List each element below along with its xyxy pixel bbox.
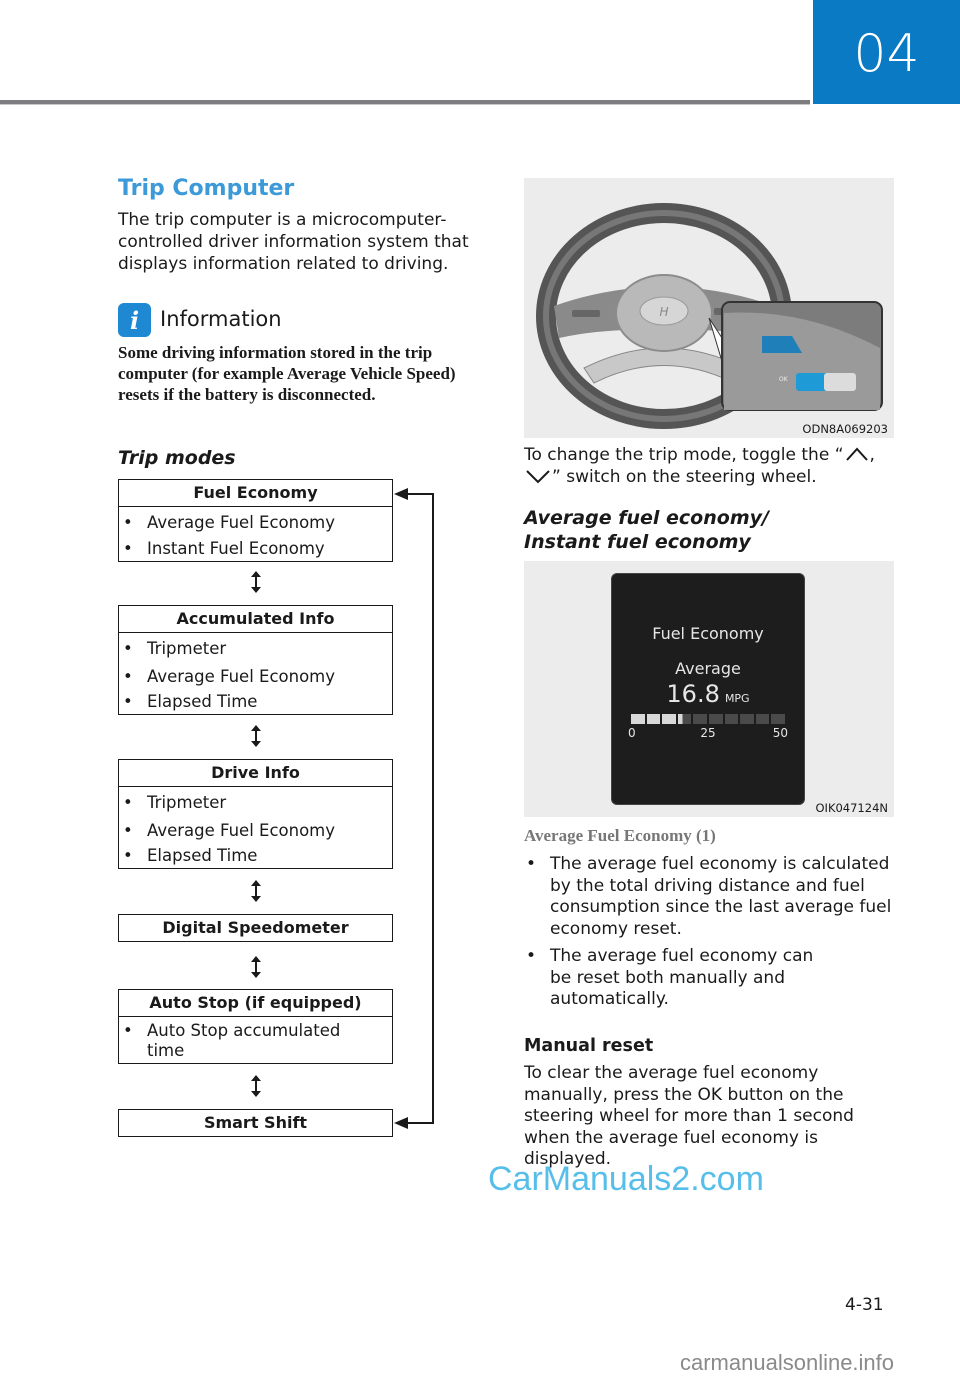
- double-arrow-icon: [251, 1075, 261, 1097]
- fuel-economy-unit: MPG: [724, 692, 750, 705]
- mode-item: • Average Fuel Economy: [123, 513, 336, 532]
- list-item: • The average fuel economy is calculated …: [526, 854, 892, 939]
- arrowhead-icon: [394, 488, 408, 500]
- mode-item: • Tripmeter: [123, 639, 227, 658]
- figure-code: OIK047124N: [815, 801, 889, 815]
- mode-title: Accumulated Info: [119, 606, 392, 633]
- page-number: 4-31: [845, 1295, 884, 1315]
- gauge-segment: [771, 714, 785, 724]
- mode-title: Auto Stop (if equipped): [119, 990, 392, 1017]
- average-fuel-economy-list: • The average fuel economy is calculated …: [524, 854, 894, 1017]
- double-arrow-icon: [251, 571, 261, 593]
- screen-title: Fuel Economy: [652, 624, 764, 643]
- fuel-economy-reading: 16.8 MPG: [612, 680, 804, 708]
- chapter-tab: 04: [813, 0, 960, 104]
- fuel-economy-gauge: [631, 714, 785, 724]
- cluster-screen: Fuel Economy Average 16.8 MPG 0 25 50: [611, 573, 805, 805]
- subsection-title: Average fuel economy/ Instant fuel econo…: [524, 507, 769, 553]
- mode-title: Smart Shift: [203, 1113, 308, 1132]
- gauge-mid: 25: [700, 726, 716, 740]
- mode-item: • Elapsed Time: [123, 846, 258, 865]
- list-item: • The average fuel economy can be reset b…: [526, 946, 814, 1009]
- gauge-segment: [677, 714, 692, 724]
- svg-text:OK: OK: [779, 376, 789, 383]
- trip-modes-title: Trip modes: [118, 447, 236, 469]
- screen-label: Average: [675, 659, 741, 678]
- mode-box-digital-speedometer: Digital Speedometer: [118, 914, 393, 942]
- mode-title: Fuel Economy: [119, 480, 392, 507]
- gauge-segment: [693, 714, 707, 724]
- intro-paragraph: The trip computer is a microcomputer-con…: [118, 210, 469, 274]
- gauge-min: 0: [628, 726, 636, 740]
- mode-box-fuel-economy: Fuel Economy • Average Fuel Economy • Inst…: [118, 479, 393, 562]
- fuel-economy-value: 16.8: [666, 680, 720, 708]
- gauge-segment: [646, 714, 661, 724]
- steering-wheel-illustration: H OK: [536, 203, 883, 429]
- info-title: Information: [160, 307, 282, 331]
- header-rule: [0, 100, 810, 105]
- watermark-link[interactable]: carmanualsonline.info: [680, 1350, 894, 1376]
- gauge-segment: [708, 714, 723, 724]
- mode-item: • Auto Stop accumulated time: [123, 1021, 341, 1060]
- double-arrow-icon: [251, 880, 261, 902]
- mode-box-accumulated-info: Accumulated Info • Tripmeter • Average Fue…: [118, 605, 393, 715]
- gauge-segment: [755, 714, 770, 724]
- gauge-segment: [631, 714, 645, 724]
- manual-reset-title: Manual reset: [524, 1036, 654, 1056]
- gauge-segment: [662, 714, 676, 724]
- mode-box-auto-stop: Auto Stop (if equipped) • Auto Stop accum…: [118, 989, 393, 1064]
- mode-box-drive-info: Drive Info • Tripmeter • Average Fuel Econ…: [118, 759, 393, 869]
- manual-reset-body: To clear the average fuel economy manual…: [524, 1063, 854, 1169]
- mode-item: • Elapsed Time: [123, 692, 258, 711]
- double-arrow-icon: [251, 725, 261, 747]
- mode-item: • Average Fuel Economy: [123, 820, 336, 840]
- chapter-number: 04: [853, 24, 920, 84]
- gauge-scale: 0 25 50: [628, 726, 788, 742]
- average-fuel-economy-heading: Average Fuel Economy (1): [524, 826, 716, 845]
- double-arrow-icon: [251, 956, 261, 978]
- mode-title: Drive Info: [119, 760, 392, 787]
- section-title: Trip Computer: [118, 176, 295, 201]
- watermark-link[interactable]: CarManuals2.com: [488, 1160, 764, 1199]
- info-body: Some driving information stored in the t…: [118, 343, 456, 404]
- mode-item: • Tripmeter: [123, 793, 227, 812]
- mode-box-smart-shift: Smart Shift: [118, 1109, 393, 1137]
- info-icon: i: [118, 303, 151, 337]
- chevron-down-icon: [526, 470, 550, 484]
- loop-return-arrow: [394, 488, 434, 1129]
- mode-item: • Average Fuel Economy: [123, 666, 336, 686]
- chevron-up-icon: [845, 447, 868, 461]
- steering-wheel-figure: H OK ODN8A069203: [524, 178, 894, 438]
- gauge-max: 50: [772, 726, 788, 740]
- toggle-instruction: To change the trip mode, toggle the “, ”…: [524, 445, 875, 487]
- figure-code: ODN8A069203: [802, 422, 888, 436]
- mode-item: • Instant Fuel Economy: [123, 538, 325, 558]
- mode-title: Digital Speedometer: [162, 918, 349, 937]
- gauge-segment: [724, 714, 739, 724]
- gauge-segment: [740, 714, 754, 724]
- arrowhead-icon: [394, 1117, 408, 1129]
- svg-text:H: H: [659, 305, 668, 319]
